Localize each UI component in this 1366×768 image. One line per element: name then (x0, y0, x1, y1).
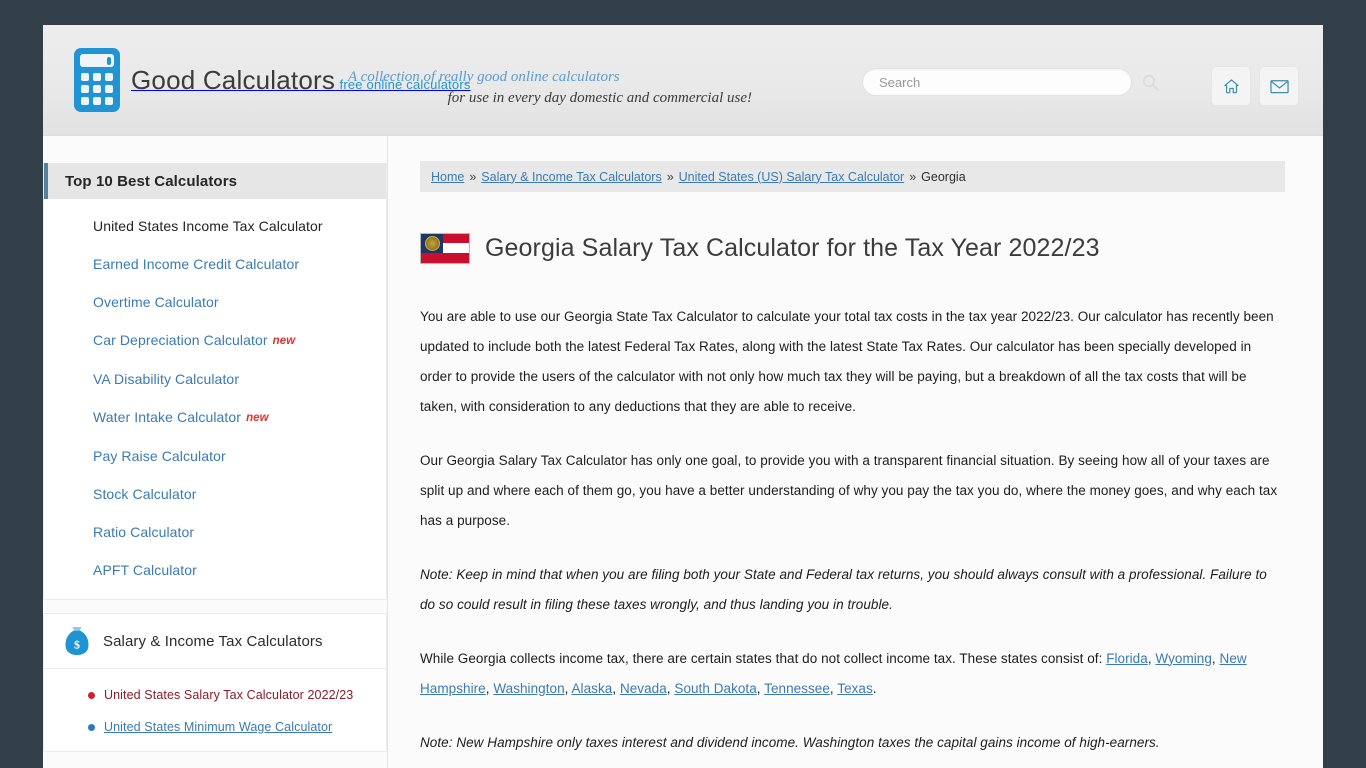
mail-icon (1269, 79, 1289, 94)
breadcrumb-separator: » (469, 169, 477, 184)
page-title: Georgia Salary Tax Calculator for the Ta… (485, 233, 1100, 262)
site-header: Good Calculators free online calculators… (43, 25, 1323, 136)
panel-header: $ Salary & Income Tax Calculators (44, 614, 386, 669)
bullet-icon (88, 691, 95, 699)
sidebar-item-label: APFT Calculator (93, 562, 197, 578)
sidebar-item-label: Stock Calculator (93, 486, 197, 502)
georgia-state-flag-icon (420, 232, 470, 264)
note-paragraph-2: Note: New Hampshire only taxes interest … (420, 734, 1160, 750)
sidebar-item-overtime-calculator[interactable]: Overtime Calculator (44, 283, 386, 321)
breadcrumb-item-salary-income-tax-calculators[interactable]: Salary & Income Tax Calculators (481, 170, 661, 184)
sidebar-item-label: Pay Raise Calculator (93, 448, 226, 464)
money-bag-icon: $ (63, 626, 91, 656)
home-icon (1223, 78, 1240, 95)
sidebar-item-va-disability-calculator[interactable]: VA Disability Calculator (44, 360, 386, 398)
search-input[interactable] (862, 68, 1132, 96)
calculator-icon (74, 48, 120, 112)
sidebar-item-label: VA Disability Calculator (93, 371, 240, 387)
sidebar-item-label: Ratio Calculator (93, 524, 195, 540)
sidebar-item-label: United States Income Tax Calculator (93, 218, 323, 234)
sidebar-item-earned-income-credit-calculator[interactable]: Earned Income Credit Calculator (44, 245, 386, 283)
breadcrumb-item-home[interactable]: Home (431, 170, 464, 184)
new-badge: new (272, 335, 296, 347)
sidebar-item-label: Water Intake Calculator (93, 409, 242, 425)
state-link-tennessee[interactable]: Tennessee (764, 681, 830, 696)
search-icon[interactable] (1141, 73, 1161, 93)
state-link-texas[interactable]: Texas (837, 681, 873, 696)
sidebar-item-label: Car Depreciation Calculator (93, 332, 268, 348)
sidebar-panel-top-calculators: Top 10 Best Calculators United States In… (43, 163, 387, 600)
panel-title: Salary & Income Tax Calculators (103, 632, 323, 650)
breadcrumb-separator: » (666, 169, 674, 184)
contact-button[interactable] (1259, 66, 1299, 106)
state-link-wyoming[interactable]: Wyoming (1155, 651, 1212, 666)
svg-text:$: $ (74, 638, 80, 652)
logo-title: Good Calculators (131, 65, 336, 95)
sidebar-item-label: Earned Income Credit Calculator (93, 256, 300, 272)
sidebar: Top 10 Best Calculators United States In… (43, 136, 388, 768)
breadcrumb-separator: » (909, 169, 917, 184)
header-buttons (1211, 66, 1299, 106)
sidebar-item-ratio-calculator[interactable]: Ratio Calculator (44, 513, 386, 551)
sidebar-item-united-states-income-tax-calculator[interactable]: United States Income Tax Calculator (44, 207, 386, 245)
state-link-florida[interactable]: Florida (1106, 651, 1148, 666)
state-link-south-dakota[interactable]: South Dakota (674, 681, 756, 696)
new-badge: new (246, 412, 269, 424)
sidebar-item-apft-calculator[interactable]: APFT Calculator (44, 551, 386, 589)
site-tagline: A collection of really good online calcu… (348, 67, 768, 109)
no-income-tax-states-paragraph: While Georgia collects income tax, there… (420, 650, 1247, 696)
bullet-icon (88, 723, 95, 731)
state-link-nevada[interactable]: Nevada (620, 681, 667, 696)
tagline-line-2: for use in every day domestic and commer… (447, 90, 752, 106)
breadcrumb: Home » Salary & Income Tax Calculators »… (420, 161, 1285, 192)
sidebar-item-label: United States Minimum Wage Calculator (104, 720, 333, 734)
sidebar-item-label: United States Salary Tax Calculator 2022… (104, 688, 354, 702)
state-link-alaska[interactable]: Alaska (572, 681, 613, 696)
sidebar-item-car-depreciation-calculator[interactable]: Car Depreciation Calculator new (44, 321, 386, 360)
sidebar-item-water-intake-calculator[interactable]: Water Intake Calculator new (44, 398, 386, 437)
page-title-row: Georgia Salary Tax Calculator for the Ta… (420, 217, 1285, 280)
home-button[interactable] (1211, 66, 1251, 106)
panel-title: Top 10 Best Calculators (65, 172, 238, 190)
page-body: Top 10 Best Calculators United States In… (43, 136, 1323, 768)
main-content: Home » Salary & Income Tax Calculators »… (389, 136, 1323, 768)
sidebar-item-label: Overtime Calculator (93, 294, 219, 310)
intro-paragraph-2: Our Georgia Salary Tax Calculator has on… (420, 452, 1278, 528)
note-paragraph-1: Note: Keep in mind that when you are fil… (420, 566, 1267, 612)
salary-tax-list: United States Salary Tax Calculator 2022… (44, 669, 386, 751)
page-container: Good Calculators free online calculators… (43, 25, 1323, 768)
sidebar-item-united-states-salary-tax-calculator[interactable]: United States Salary Tax Calculator 2022… (44, 679, 386, 711)
state-link-washington[interactable]: Washington (493, 681, 564, 696)
sidebar-item-united-states-minimum-wage-calculator[interactable]: United States Minimum Wage Calculator (44, 711, 386, 743)
sidebar-item-stock-calculator[interactable]: Stock Calculator (44, 475, 386, 513)
top-calculators-list: United States Income Tax Calculator Earn… (44, 199, 386, 599)
no-tax-states-prefix: While Georgia collects income tax, there… (420, 650, 1107, 666)
sidebar-item-pay-raise-calculator[interactable]: Pay Raise Calculator (44, 437, 386, 475)
breadcrumb-item-current: Georgia (921, 169, 966, 184)
breadcrumb-item-united-states-salary-tax-calculator[interactable]: United States (US) Salary Tax Calculator (679, 170, 905, 184)
tagline-line-1: A collection of really good online calcu… (348, 69, 620, 85)
panel-header: Top 10 Best Calculators (44, 163, 386, 199)
sidebar-panel-salary-tax: $ Salary & Income Tax Calculators United… (43, 613, 387, 752)
intro-paragraph-1: You are able to use our Georgia State Ta… (420, 308, 1274, 414)
